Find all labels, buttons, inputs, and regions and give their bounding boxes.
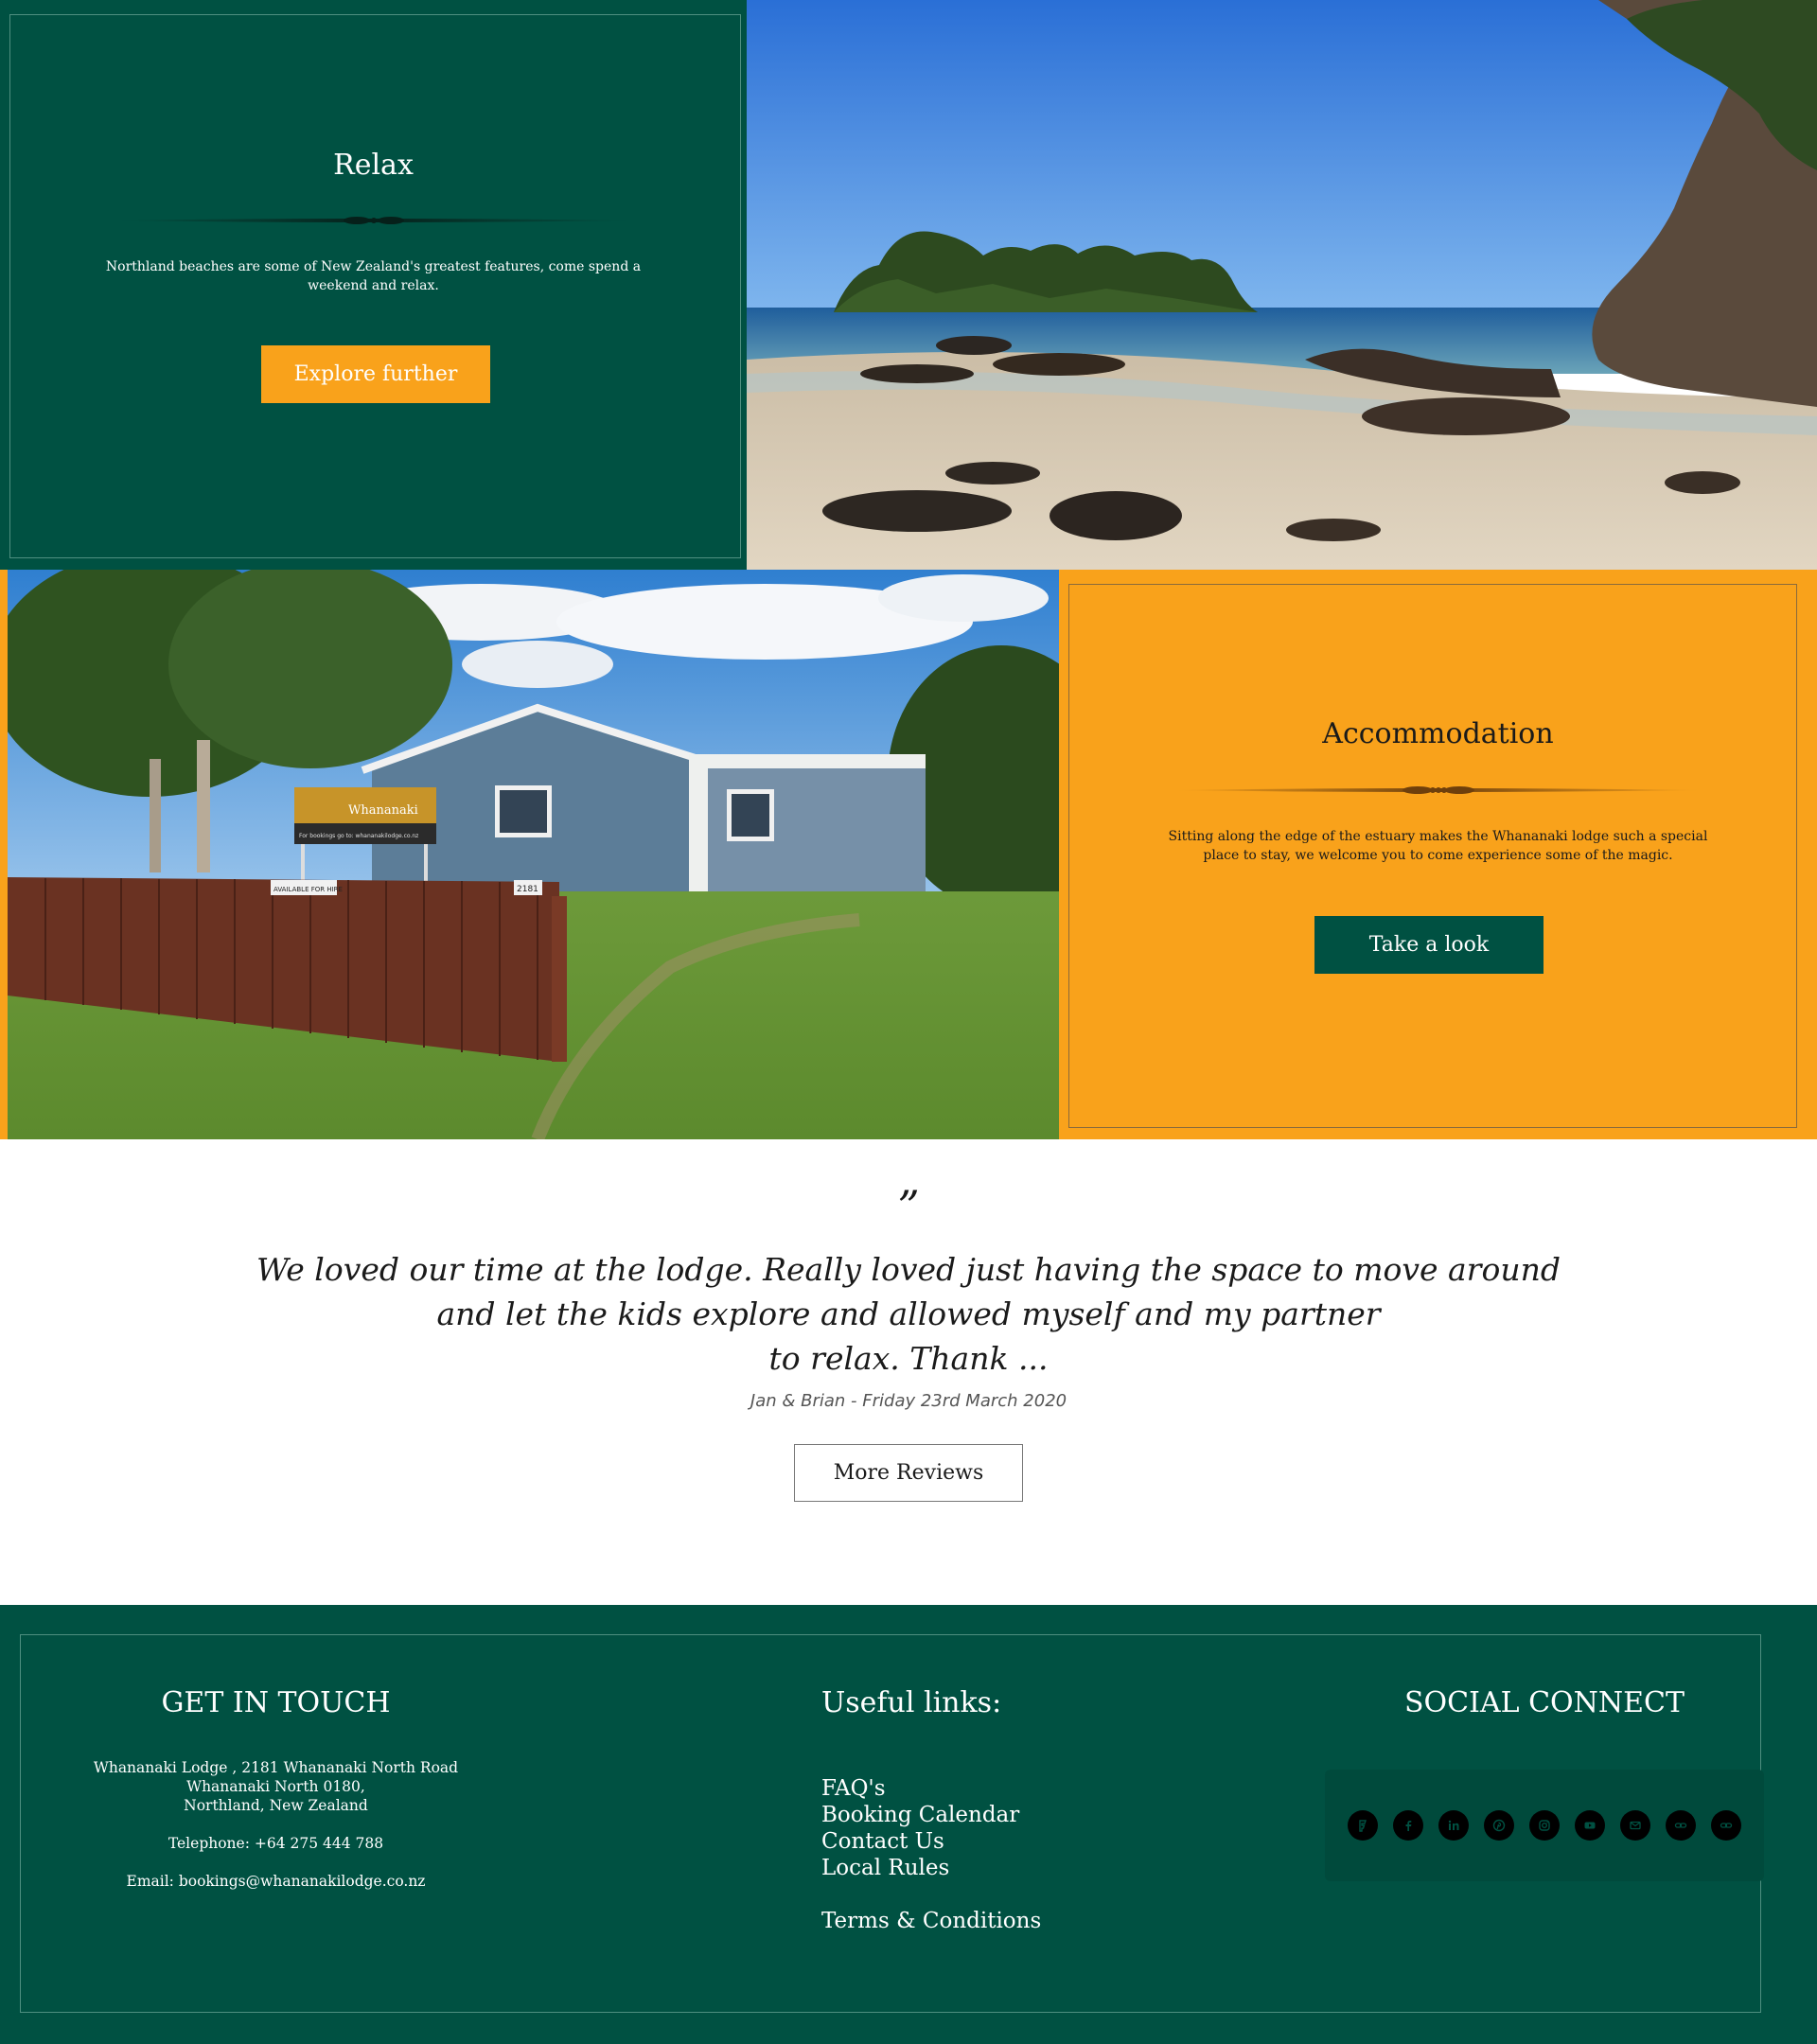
explore-further-button[interactable]: Explore further	[261, 345, 490, 403]
email: Email: bookings@whananakilodge.co.nz	[126, 1873, 426, 1890]
telephone: Telephone: +64 275 444 788	[168, 1835, 384, 1852]
sign-name: Whananaki	[348, 803, 418, 818]
useful-links-list: FAQ's Booking Calendar Contact Us Local …	[821, 1775, 1041, 1934]
more-reviews-button[interactable]: More Reviews	[794, 1444, 1023, 1502]
social-bar	[1325, 1770, 1764, 1881]
accommodation-panel: Accommodation Sitting along the edge of …	[1059, 570, 1817, 1139]
sign-booking: For bookings go to: whananakilodge.co.nz	[299, 833, 418, 839]
relax-panel: Relax Northland beaches are some of New …	[0, 0, 747, 570]
foursquare-icon[interactable]	[1348, 1810, 1378, 1841]
relax-text: Northland beaches are some of New Zealan…	[105, 259, 642, 293]
youtube-icon[interactable]	[1575, 1810, 1605, 1841]
testimonial-quote: We loved our time at the lodge. Really l…	[246, 1247, 1571, 1381]
useful-links-heading: Useful links:	[821, 1686, 1002, 1719]
accommodation-text: Sitting along the edge of the estuary ma…	[1168, 829, 1708, 863]
booking-calendar-link[interactable]: Booking Calendar	[821, 1802, 1041, 1828]
quote-line: We loved our time at the lodge. Really l…	[256, 1251, 1561, 1288]
address-line: Northland, New Zealand	[184, 1797, 368, 1814]
social-connect-heading: SOCIAL CONNECT	[1404, 1686, 1685, 1719]
lodge-photo: Whananaki For bookings go to: whananakil…	[0, 570, 1059, 1139]
email-icon[interactable]	[1620, 1810, 1650, 1841]
hire-sign: AVAILABLE FOR HIRE	[273, 886, 343, 893]
beach-photo	[747, 0, 1817, 570]
quote-mark-icon: ”	[897, 1181, 920, 1232]
footer: GET IN TOUCH Whananaki Lodge , 2181 Whan…	[0, 1605, 1817, 2044]
street-number: 2181	[517, 885, 538, 894]
pinterest-icon[interactable]	[1484, 1810, 1514, 1841]
link-icon[interactable]	[1711, 1810, 1741, 1841]
terms-conditions-link[interactable]: Terms & Conditions	[821, 1908, 1041, 1934]
ornament-divider	[108, 217, 639, 224]
contact-us-link[interactable]: Contact Us	[821, 1828, 1041, 1855]
address-line: Whananaki North 0180,	[186, 1778, 365, 1795]
contact-details: Whananaki Lodge , 2181 Whananaki North R…	[57, 1758, 495, 1891]
link-icon[interactable]	[1666, 1810, 1696, 1841]
linkedin-icon[interactable]	[1438, 1810, 1469, 1841]
get-in-touch-heading: GET IN TOUCH	[161, 1686, 391, 1719]
quote-line: to relax. Thank ...	[768, 1340, 1049, 1377]
accommodation-title: Accommodation	[1322, 717, 1554, 750]
testimonial-author: Jan & Brian - Friday 23rd March 2020	[750, 1391, 1067, 1411]
take-a-look-button[interactable]: Take a look	[1314, 916, 1544, 974]
local-rules-link[interactable]: Local Rules	[821, 1855, 1041, 1881]
faq-link[interactable]: FAQ's	[821, 1775, 1041, 1802]
quote-line: and let the kids explore and allowed mys…	[436, 1295, 1381, 1332]
ornament-divider	[1173, 786, 1703, 794]
address-line: Whananaki Lodge , 2181 Whananaki North R…	[93, 1759, 459, 1776]
relax-title: Relax	[333, 149, 414, 182]
instagram-icon[interactable]	[1529, 1810, 1560, 1841]
facebook-icon[interactable]	[1393, 1810, 1423, 1841]
